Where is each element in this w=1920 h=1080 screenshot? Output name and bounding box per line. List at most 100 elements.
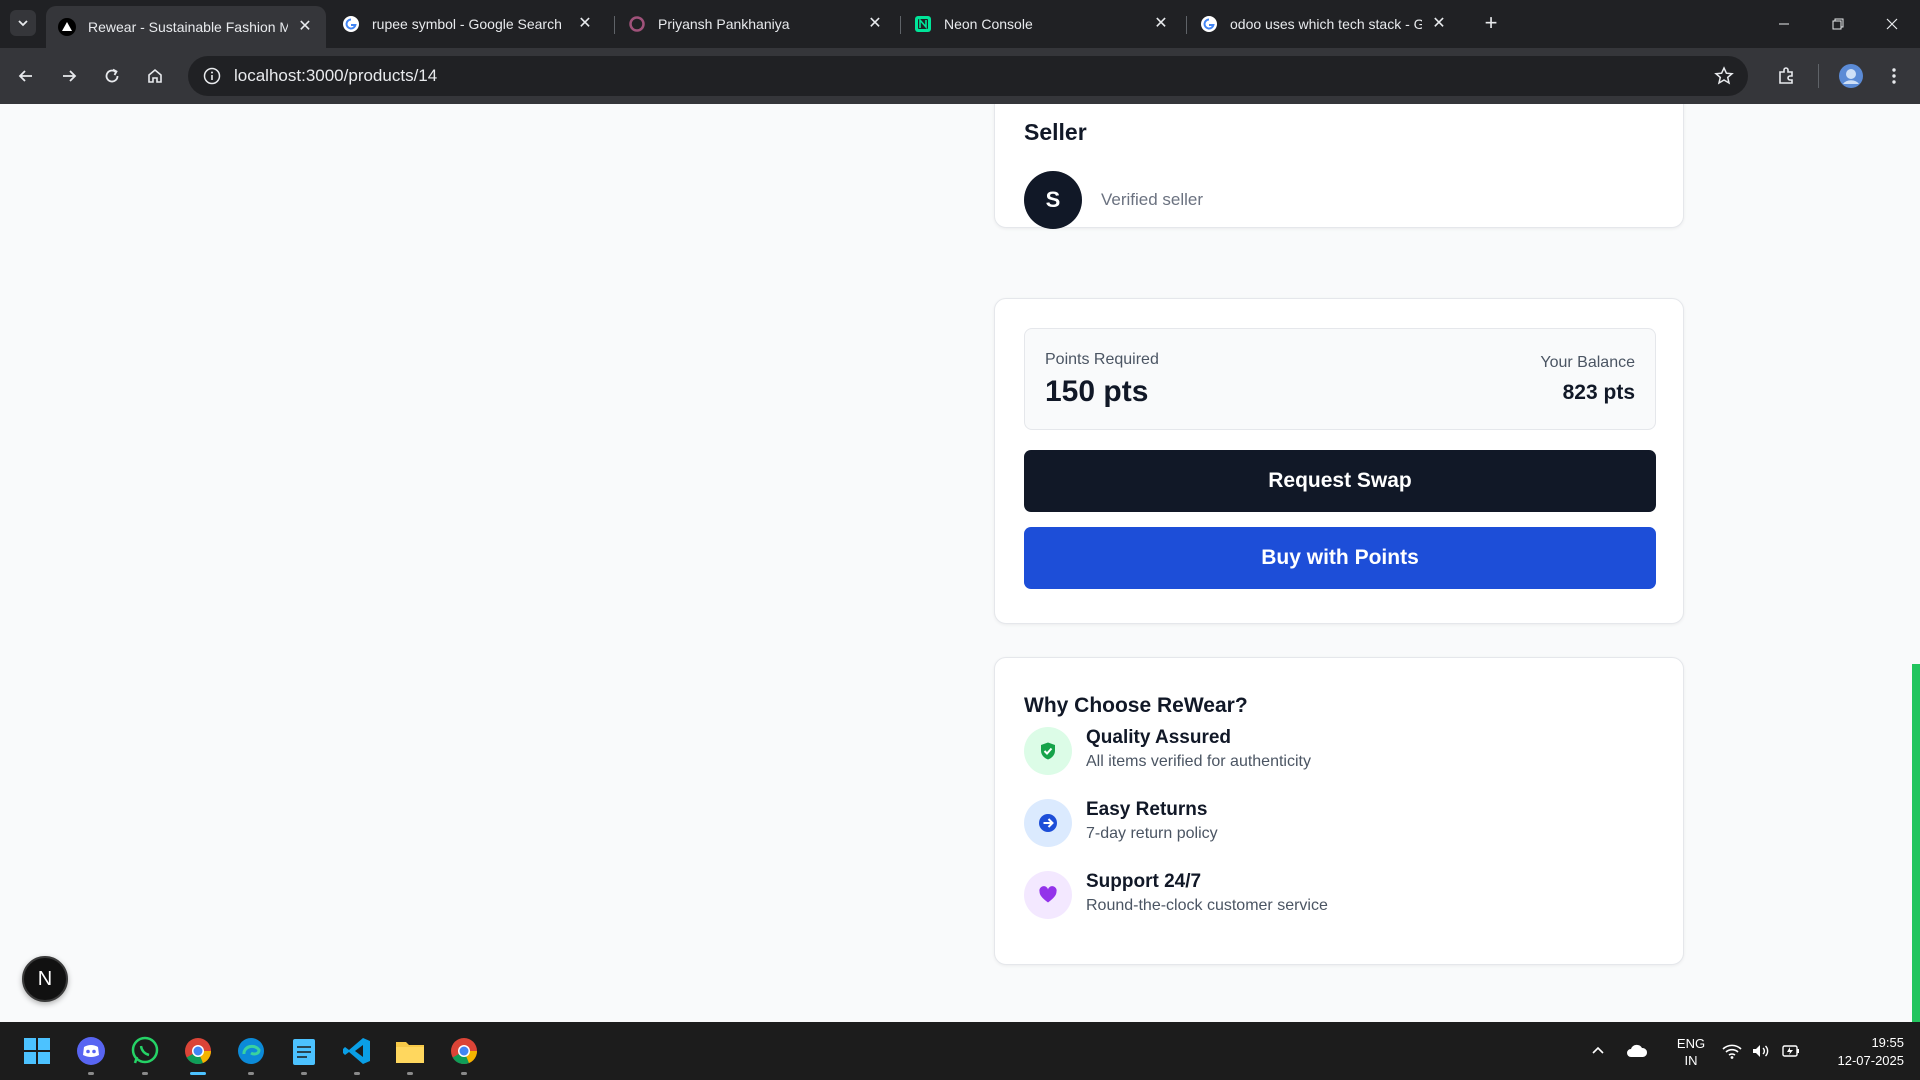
profile-avatar[interactable]	[1837, 62, 1865, 90]
tab-odoo-search[interactable]: odoo uses which tech stack - Go ✕	[1188, 6, 1460, 42]
nextjs-dev-indicator[interactable]: N	[22, 956, 68, 1002]
clock-date: 12-07-2025	[1837, 1053, 1905, 1068]
wifi-icon	[1722, 1044, 1742, 1059]
home-icon	[148, 68, 162, 83]
feature-quality-assured: Quality Assured All items verified for a…	[1024, 727, 1644, 781]
close-tab-icon[interactable]: ✕	[1152, 15, 1170, 33]
google-icon	[1200, 15, 1218, 33]
show-hidden-icons[interactable]	[1590, 1022, 1606, 1080]
close-window-button[interactable]	[1865, 0, 1919, 48]
seller-avatar-initial: S	[1045, 187, 1061, 212]
clock-time: 19:55	[1871, 1035, 1904, 1050]
close-tab-icon[interactable]: ✕	[1430, 15, 1448, 33]
shield-check-icon	[1024, 727, 1072, 775]
taskbar-file-explorer[interactable]	[392, 1033, 428, 1075]
arrow-right-icon	[63, 70, 77, 82]
tab-priyansh[interactable]: Priyansh Pankhaniya ✕	[616, 6, 896, 42]
running-indicator	[248, 1072, 254, 1075]
buy-with-points-button[interactable]: Buy with Points	[1024, 527, 1656, 589]
running-indicator	[142, 1072, 148, 1075]
browser-menu-button[interactable]	[1880, 62, 1908, 90]
system-clock[interactable]: 19:55 12-07-2025	[1812, 1034, 1905, 1070]
neon-logo-icon	[914, 15, 932, 33]
taskbar-notepad[interactable]	[286, 1033, 322, 1075]
minimize-icon	[1779, 23, 1789, 25]
taskbar-edge[interactable]	[233, 1033, 269, 1075]
restore-button[interactable]	[1811, 0, 1865, 48]
tab-rewear[interactable]: Rewear - Sustainable Fashion M ✕	[46, 6, 326, 48]
wifi-tray[interactable]	[1722, 1022, 1742, 1080]
speaker-icon	[1753, 1045, 1769, 1057]
taskbar-chrome[interactable]	[180, 1033, 216, 1075]
balance-value: 823 pts	[1562, 381, 1635, 404]
battery-tray[interactable]	[1781, 1022, 1801, 1080]
dev-badge-letter: N	[37, 967, 53, 990]
minimize-button[interactable]	[1757, 0, 1811, 48]
onedrive-tray[interactable]	[1626, 1022, 1648, 1080]
running-indicator	[461, 1072, 467, 1075]
close-tab-icon[interactable]: ✕	[576, 15, 594, 33]
bookmark-star-icon[interactable]	[1714, 66, 1734, 86]
tab-neon-console[interactable]: Neon Console ✕	[902, 6, 1182, 42]
cloud-icon	[1627, 1044, 1648, 1057]
reload-icon	[105, 68, 119, 83]
points-required-value: 150 pts	[1045, 375, 1149, 408]
running-indicator	[301, 1072, 307, 1075]
windows-taskbar: ENG IN 19:55 12-07-2025	[0, 1022, 1920, 1080]
volume-tray[interactable]	[1751, 1022, 1771, 1080]
taskbar-vscode[interactable]	[339, 1033, 375, 1075]
feature-description: Round-the-clock customer service	[1086, 897, 1328, 914]
extensions-button[interactable]	[1772, 62, 1800, 90]
vscode-icon	[343, 1038, 370, 1064]
tab-title: rupee symbol - Google Search	[372, 16, 562, 32]
close-icon	[1886, 18, 1898, 30]
circle-logo-icon	[628, 15, 646, 33]
tab-separator	[900, 16, 901, 34]
chevron-down-icon	[18, 20, 28, 27]
tab-title: Priyansh Pankhaniya	[658, 16, 790, 32]
triangle-logo-icon	[58, 18, 76, 36]
address-bar[interactable]: localhost:3000/products/14	[188, 56, 1748, 96]
profile-icon	[1839, 64, 1863, 88]
tab-rupee-search[interactable]: rupee symbol - Google Search ✕	[330, 6, 606, 42]
points-required-label: Points Required	[1045, 351, 1159, 368]
request-swap-button[interactable]: Request Swap	[1024, 450, 1656, 512]
battery-charging-icon	[1782, 1045, 1799, 1057]
feature-title: Support 24/7	[1086, 871, 1202, 892]
google-icon	[342, 15, 360, 33]
chrome-icon	[185, 1038, 211, 1065]
new-tab-button[interactable]: +	[1478, 10, 1504, 36]
forward-button[interactable]	[55, 62, 83, 90]
tab-title: odoo uses which tech stack - Go	[1230, 16, 1422, 32]
close-tab-icon[interactable]: ✕	[296, 18, 314, 36]
browser-tab-bar: Rewear - Sustainable Fashion M ✕ rupee s…	[0, 0, 1920, 48]
tab-title: Neon Console	[944, 16, 1033, 32]
seller-avatar: S	[1024, 171, 1082, 229]
back-button[interactable]	[12, 62, 40, 90]
tab-search-button[interactable]	[10, 10, 36, 36]
home-button[interactable]	[141, 62, 169, 90]
why-choose-card: Why Choose ReWear? Quality Assured All i…	[994, 657, 1684, 965]
heart-icon	[1024, 871, 1072, 919]
taskbar-chrome-profile[interactable]	[446, 1033, 482, 1075]
url-text[interactable]: localhost:3000/products/14	[234, 66, 437, 86]
reload-button[interactable]	[98, 62, 126, 90]
arrow-left-icon	[18, 70, 32, 82]
edge-icon	[238, 1038, 264, 1064]
input-language-indicator[interactable]: ENG IN	[1670, 1035, 1712, 1069]
taskbar-whatsapp[interactable]	[127, 1033, 163, 1075]
why-choose-heading: Why Choose ReWear?	[1024, 694, 1248, 717]
restore-icon	[1832, 18, 1844, 30]
page-scrollbar[interactable]	[1912, 664, 1920, 1022]
notepad-icon	[293, 1039, 315, 1065]
chevron-up-icon	[1592, 1046, 1604, 1054]
chrome-icon	[451, 1038, 477, 1065]
tab-separator	[614, 16, 615, 34]
start-button[interactable]	[19, 1033, 55, 1069]
seller-verified-label: Verified seller	[1101, 190, 1204, 209]
site-info-icon[interactable]	[202, 66, 222, 86]
language-code: ENG	[1676, 1036, 1706, 1051]
arrow-right-circle-icon	[1024, 799, 1072, 847]
close-tab-icon[interactable]: ✕	[866, 15, 884, 33]
taskbar-discord[interactable]	[73, 1033, 109, 1075]
